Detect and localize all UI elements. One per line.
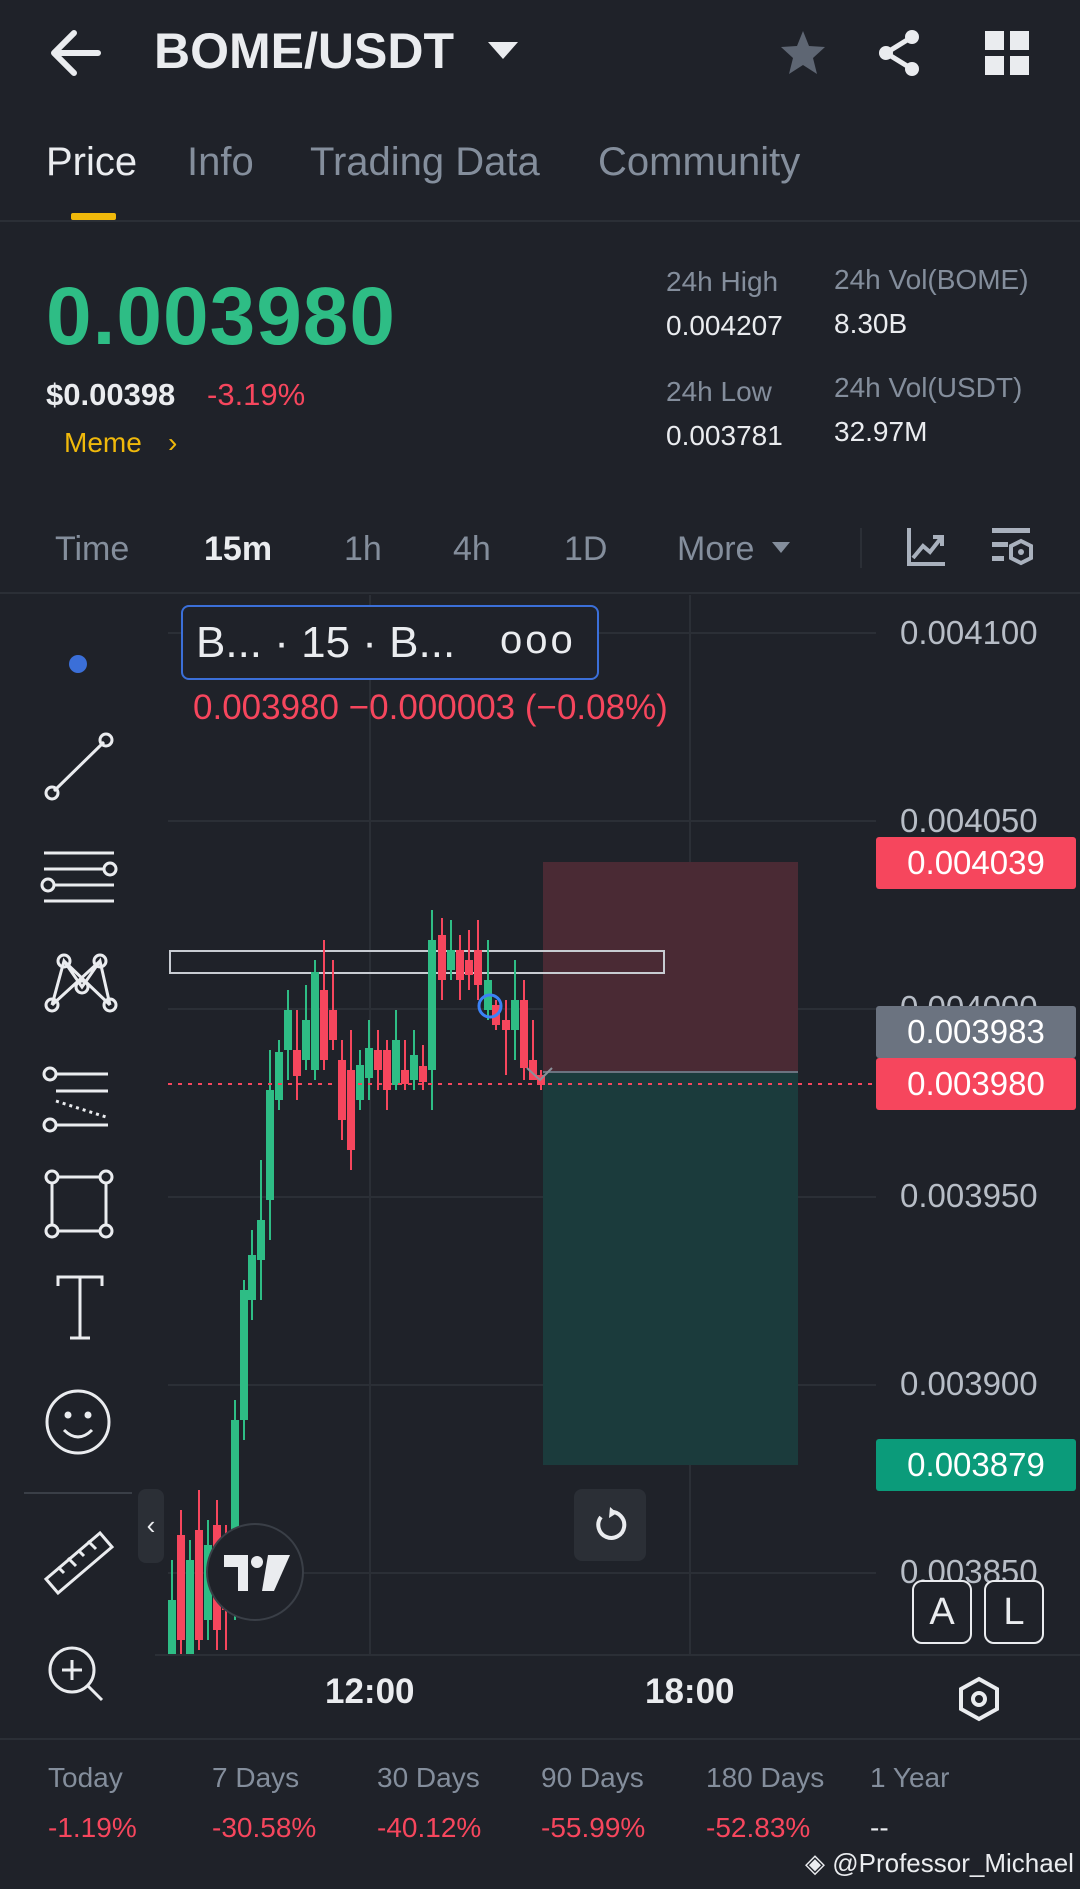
active-tool-dot-icon[interactable] [69,655,87,673]
auto-scale-button[interactable]: A [912,1580,972,1644]
perf-value-1y: -- [870,1812,889,1843]
tab-community[interactable]: Community [598,140,800,185]
more-caret-icon[interactable] [772,542,790,553]
hexagon-settings-icon[interactable] [955,1675,1003,1723]
trend-line-icon[interactable] [44,732,114,801]
perf-value-7d: -30.58% [212,1812,317,1843]
last-price: 0.003980 [46,271,397,362]
vol-quote-label: 24h Vol(USDT) [834,372,1023,403]
star-icon[interactable] [778,28,828,78]
back-arrow-icon[interactable] [48,28,104,78]
log-scale-button[interactable]: L [984,1580,1044,1644]
high-label: 24h High [666,266,779,297]
tradingview-logo [206,1523,304,1621]
high-value: 0.004207 [666,310,783,341]
top-bar: BOME/USDT [0,0,1080,110]
fibonacci-tool-icon[interactable] [42,1066,108,1133]
pair-title[interactable]: BOME/USDT [154,22,454,80]
interval-4h[interactable]: 4h [453,530,491,569]
current-price-badge: 0.003980 [876,1058,1076,1110]
interval-separator [860,528,862,568]
time-axis-label-1: 18:00 [645,1672,735,1711]
rectangle-tool-icon[interactable] [44,1169,114,1239]
performance-divider [0,1738,1080,1740]
chart-settings-icon[interactable] [990,526,1036,570]
tradingview-logo-icon [224,1555,290,1591]
perf-label-today: Today [48,1762,123,1793]
interval-1h[interactable]: 1h [344,530,382,569]
emoji-tool-icon[interactable] [45,1389,111,1455]
perf-value-today: -1.19% [48,1812,137,1843]
interval-15m[interactable]: 15m [204,530,272,569]
low-value: 0.003781 [666,420,783,451]
perf-label-7d: 7 Days [212,1762,300,1793]
chart-top-divider [0,592,1080,594]
zoom-in-icon[interactable] [48,1646,104,1702]
category-tag[interactable]: Meme [64,427,142,459]
watermark-text: ◈ @Professor_Michael [805,1848,1074,1879]
grid-icon[interactable] [982,28,1032,78]
drawing-toolbar [0,595,155,1740]
chevron-right-icon[interactable]: › [168,427,177,459]
stop-price-badge: 0.004039 [876,837,1076,889]
ohlc-readout: 0.003980 −0.000003 (−0.08%) [193,688,668,727]
vol-base-value: 8.30B [834,308,908,339]
ruler-tool-icon[interactable] [43,1530,115,1596]
axis-label-4: 0.003900 [900,1365,1038,1402]
tab-info[interactable]: Info [187,140,254,185]
perf-label-90d: 90 Days [541,1762,644,1793]
perf-value-30d: -40.12% [377,1812,482,1843]
tabs-divider [0,220,1080,222]
low-label: 24h Low [666,376,772,407]
caret-down-icon[interactable] [488,42,518,59]
watermark-diamond-icon: ◈ [805,1848,825,1878]
axis-label-0: 0.004100 [900,614,1038,651]
chart-indicator-icon[interactable] [905,526,947,568]
candle [240,1280,248,1440]
axis-label-1: 0.004050 [900,802,1038,839]
take-profit-zone[interactable] [543,1072,798,1465]
interval-more[interactable]: More [677,530,754,569]
collapse-toolbar-button[interactable]: ‹ [138,1489,164,1563]
candle [311,960,319,1080]
horizontal-lines-icon[interactable] [40,851,118,903]
tab-trading-data[interactable]: Trading Data [310,140,540,185]
price-change-percent: -3.19% [207,377,306,412]
perf-label-180d: 180 Days [706,1762,825,1793]
vol-quote-value: 32.97M [834,416,928,447]
usd-price: $0.00398 [46,377,176,412]
tab-price[interactable]: Price [46,140,137,185]
interval-1d[interactable]: 1D [564,530,607,569]
reset-chart-button[interactable] [574,1489,646,1561]
legend-more-icon[interactable]: ooo [500,618,576,663]
target-price-badge: 0.003879 [876,1439,1076,1491]
stop-loss-zone[interactable] [543,862,798,1072]
perf-label-1y: 1 Year [870,1762,950,1793]
interval-time[interactable]: Time [55,530,129,569]
vol-base-label: 24h Vol(BOME) [834,264,1029,295]
time-axis-label-0: 12:00 [325,1672,415,1711]
active-tab-indicator [71,213,116,220]
perf-label-30d: 30 Days [377,1762,480,1793]
chart-legend-title: B... · 15 · B... [196,618,456,667]
share-icon[interactable] [875,28,925,78]
watermark-handle: @Professor_Michael [832,1848,1074,1878]
perf-value-90d: -55.99% [541,1812,646,1843]
entry-price-badge: 0.003983 [876,1006,1076,1058]
perf-value-180d: -52.83% [706,1812,811,1843]
axis-label-3: 0.003950 [900,1177,1038,1214]
refresh-icon [596,1507,627,1540]
pattern-tool-icon[interactable] [44,953,118,1013]
text-tool-icon[interactable] [56,1275,104,1340]
